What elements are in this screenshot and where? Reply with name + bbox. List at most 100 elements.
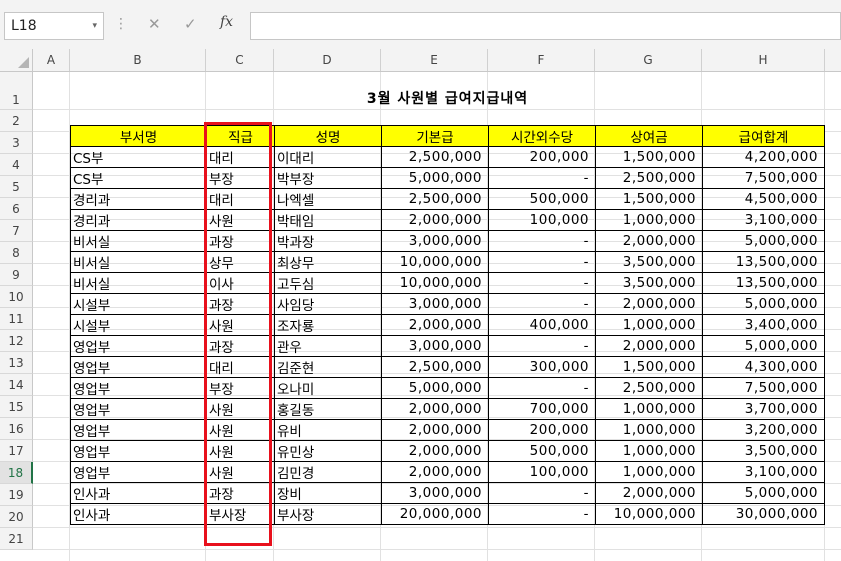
cell[interactable]: 2,000,000 <box>595 230 703 252</box>
cell[interactable]: 나엑셀 <box>274 188 382 210</box>
column-header-e[interactable]: E <box>381 49 488 71</box>
row-header-17[interactable]: 17 <box>0 440 33 462</box>
row-header-8[interactable]: 8 <box>0 242 33 264</box>
cell[interactable]: 2,500,000 <box>381 356 489 378</box>
cell[interactable]: 200,000 <box>488 146 596 168</box>
cell[interactable]: - <box>488 503 596 525</box>
cell[interactable]: 2,000,000 <box>381 440 489 462</box>
row-header-5[interactable]: 5 <box>0 176 33 198</box>
cell[interactable]: 10,000,000 <box>381 272 489 294</box>
row-header-12[interactable]: 12 <box>0 330 33 352</box>
cell[interactable]: 1,000,000 <box>595 398 703 420</box>
cancel-icon[interactable]: ✕ <box>148 14 161 34</box>
cell[interactable]: 사원 <box>206 461 275 483</box>
more-options-icon[interactable]: ⋮ <box>114 14 128 34</box>
cell[interactable]: 과장 <box>206 482 275 504</box>
column-header-h[interactable]: H <box>702 49 825 71</box>
cell[interactable]: 인사과 <box>70 482 207 504</box>
cell[interactable]: 사원 <box>206 314 275 336</box>
cell[interactable]: 영업부 <box>70 335 207 357</box>
cell[interactable]: 최상무 <box>274 251 382 273</box>
row-header-6[interactable]: 6 <box>0 198 33 220</box>
row-header-4[interactable]: 4 <box>0 154 33 176</box>
cell[interactable]: 1,000,000 <box>595 209 703 231</box>
header-cell[interactable]: 급여합계 <box>702 125 825 147</box>
row-header-19[interactable]: 19 <box>0 484 33 506</box>
row-header-1[interactable]: 1 <box>0 72 33 110</box>
cell[interactable]: 7,500,000 <box>702 167 825 189</box>
cell[interactable]: 1,000,000 <box>595 440 703 462</box>
column-header-a[interactable]: A <box>33 49 70 71</box>
cell[interactable]: CS부 <box>70 167 207 189</box>
row-header-20[interactable]: 20 <box>0 506 33 528</box>
column-header-b[interactable]: B <box>70 49 206 71</box>
cell[interactable]: 사원 <box>206 209 275 231</box>
cell[interactable]: 상무 <box>206 251 275 273</box>
row-header-15[interactable]: 15 <box>0 396 33 418</box>
cell[interactable]: 3,500,000 <box>595 272 703 294</box>
cell[interactable]: 4,500,000 <box>702 188 825 210</box>
cell[interactable]: 박부장 <box>274 167 382 189</box>
cell[interactable]: 경리과 <box>70 209 207 231</box>
cell[interactable]: 300,000 <box>488 356 596 378</box>
cell[interactable]: 사원 <box>206 419 275 441</box>
header-cell[interactable]: 상여금 <box>595 125 703 147</box>
cell[interactable]: 1,500,000 <box>595 146 703 168</box>
cell[interactable]: 홍길동 <box>274 398 382 420</box>
cell[interactable]: 사원 <box>206 440 275 462</box>
column-header-d[interactable]: D <box>274 49 381 71</box>
cell[interactable]: 이사 <box>206 272 275 294</box>
cell[interactable]: 4,300,000 <box>702 356 825 378</box>
cell[interactable]: 700,000 <box>488 398 596 420</box>
cell[interactable]: 1,500,000 <box>595 356 703 378</box>
cell[interactable]: 2,500,000 <box>381 188 489 210</box>
row-header-21[interactable]: 21 <box>0 528 33 550</box>
cell[interactable]: 5,000,000 <box>702 293 825 315</box>
cell[interactable]: 3,500,000 <box>702 440 825 462</box>
header-cell[interactable]: 부서명 <box>70 125 207 147</box>
cell[interactable]: 과장 <box>206 335 275 357</box>
formula-input[interactable] <box>250 12 841 40</box>
cell[interactable]: 유비 <box>274 419 382 441</box>
name-box[interactable]: L18 ▾ <box>4 12 104 40</box>
cell[interactable]: 3,000,000 <box>381 482 489 504</box>
row-header-13[interactable]: 13 <box>0 352 33 374</box>
chevron-down-icon[interactable]: ▾ <box>92 13 97 39</box>
cell[interactable]: 2,000,000 <box>381 398 489 420</box>
cell[interactable]: 시설부 <box>70 293 207 315</box>
cell[interactable]: 김민경 <box>274 461 382 483</box>
cell[interactable]: 5,000,000 <box>381 167 489 189</box>
cell[interactable]: 박과장 <box>274 230 382 252</box>
cell[interactable]: 2,500,000 <box>595 377 703 399</box>
cell[interactable]: 200,000 <box>488 419 596 441</box>
cell[interactable]: 13,500,000 <box>702 251 825 273</box>
cell[interactable]: 5,000,000 <box>381 377 489 399</box>
cell[interactable]: 1,000,000 <box>595 419 703 441</box>
cell[interactable]: 7,500,000 <box>702 377 825 399</box>
cell[interactable]: 2,000,000 <box>595 335 703 357</box>
header-cell[interactable]: 기본급 <box>381 125 489 147</box>
cell[interactable]: 1,500,000 <box>595 188 703 210</box>
cell[interactable]: 3,000,000 <box>381 335 489 357</box>
cell[interactable]: 조자룡 <box>274 314 382 336</box>
cell[interactable]: - <box>488 167 596 189</box>
cell[interactable]: - <box>488 335 596 357</box>
cell[interactable]: 시설부 <box>70 314 207 336</box>
cell[interactable]: 영업부 <box>70 461 207 483</box>
cell[interactable]: 5,000,000 <box>702 335 825 357</box>
cell[interactable]: 비서실 <box>70 272 207 294</box>
cell[interactable]: 부사장 <box>206 503 275 525</box>
cell[interactable]: 3,000,000 <box>381 293 489 315</box>
cell[interactable]: 영업부 <box>70 356 207 378</box>
cell[interactable]: 2,500,000 <box>381 146 489 168</box>
cell[interactable]: 30,000,000 <box>702 503 825 525</box>
cell[interactable]: 2,000,000 <box>595 482 703 504</box>
header-cell[interactable]: 직급 <box>206 125 275 147</box>
cell[interactable]: 부장 <box>206 167 275 189</box>
column-header-g[interactable]: G <box>595 49 702 71</box>
cell[interactable]: 과장 <box>206 293 275 315</box>
header-cell[interactable]: 시간외수당 <box>488 125 596 147</box>
row-header-11[interactable]: 11 <box>0 308 33 330</box>
cell[interactable]: 대리 <box>206 188 275 210</box>
cell[interactable]: - <box>488 251 596 273</box>
